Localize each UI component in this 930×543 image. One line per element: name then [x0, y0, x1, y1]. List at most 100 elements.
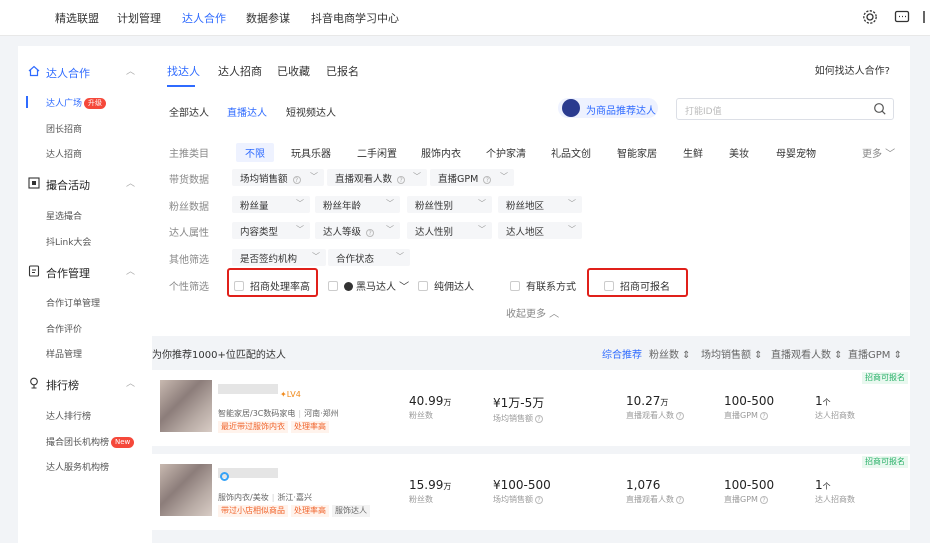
tab-favorites[interactable]: 已收藏: [277, 63, 310, 79]
sidebar-item-leader-rank[interactable]: 撮合团长机构榜 New: [46, 435, 135, 448]
sidebar-item-talent-rank[interactable]: 达人排行榜: [46, 409, 91, 422]
stat-live-viewers: 10.27万 直播观看人数?: [626, 394, 684, 421]
collapse-filters-button[interactable]: 收起更多 ︿: [506, 305, 559, 320]
sidebar-item-link-conf[interactable]: 抖Link大会: [46, 235, 91, 248]
dropdown-coop-status[interactable]: 合作状态 ﹀: [328, 249, 410, 266]
sidebar-item-coop-review[interactable]: 合作评价: [46, 322, 82, 335]
dropdown-content-type[interactable]: 内容类型 ﹀: [232, 222, 310, 239]
dropdown-fans-count[interactable]: 粉丝量 ﹀: [232, 196, 310, 213]
category-chip[interactable]: 美妆: [729, 145, 749, 160]
filter-label-sales: 带货数据: [169, 175, 209, 186]
recruit-open-badge: 招商可报名: [862, 372, 908, 384]
subtab-live[interactable]: 直播达人: [227, 104, 267, 119]
sort-comprehensive[interactable]: 综合推荐: [602, 346, 642, 361]
sidebar-item-service-rank[interactable]: 达人服务机构榜: [46, 460, 109, 473]
dropdown-avg-sales[interactable]: 场均销售额 ? ﹀: [232, 169, 324, 186]
sidebar-item-samples[interactable]: 样品管理: [46, 347, 82, 360]
stat-fans: 15.99万 粉丝数: [409, 478, 452, 504]
dropdown-fans-region[interactable]: 粉丝地区 ﹀: [498, 196, 582, 213]
sidebar-group-talent-coop[interactable]: 达人合作 ︿: [18, 62, 152, 82]
recruit-open-badge: 招商可报名: [862, 456, 908, 468]
sidebar-item-leader-recruit[interactable]: 团长招商: [46, 122, 82, 135]
sort-live-viewers[interactable]: 直播观看人数 ⇕: [771, 346, 843, 361]
highlight-box: [587, 268, 688, 297]
dropdown-talent-level[interactable]: 达人等级 ? ﹀: [315, 222, 400, 239]
talent-tags: 最近带过服饰内衣 处理率高: [218, 421, 332, 433]
dropdown-talent-gender[interactable]: 达人性别 ﹀: [407, 222, 492, 239]
dropdown-talent-region[interactable]: 达人地区 ﹀: [498, 222, 582, 239]
sidebar-item-star-match[interactable]: 星选撮合: [46, 209, 82, 222]
sort-avg-sales[interactable]: 场均销售额 ⇕: [701, 346, 763, 361]
level-badge: ✦LV4: [280, 390, 301, 399]
sort-live-gpm[interactable]: 直播GPM ⇕: [848, 346, 902, 361]
category-chip[interactable]: 智能家居: [617, 145, 657, 160]
recommend-for-product-button[interactable]: 为商品推荐达人: [558, 98, 658, 118]
top-navigation: 精选联盟 计划管理 达人合作 数据参谋 抖音电商学习中心: [0, 0, 930, 36]
sidebar-group-coop-mgmt[interactable]: 合作管理 ︿: [18, 262, 152, 282]
nav-item-learning[interactable]: 抖音电商学习中心: [311, 10, 399, 26]
talent-meta: 智能家居/3C数码家电 | 河南·郑州: [218, 409, 339, 418]
chevron-up-icon: ︿: [126, 67, 136, 77]
checkbox-dark-horse[interactable]: 黑马达人 ﹀: [328, 278, 409, 293]
talent-tags: 带过小店相似商品 处理率高 服饰达人: [218, 505, 373, 517]
dropdown-live-viewers[interactable]: 直播观看人数 ? ﹀: [327, 169, 427, 186]
filter-label-personal: 个性筛选: [169, 282, 209, 293]
stat-avg-sales: ¥100-500 场均销售额?: [493, 478, 551, 504]
user-icon[interactable]: [922, 9, 930, 25]
tab-underline: [167, 85, 195, 87]
upgrade-badge: 升级: [84, 98, 107, 109]
category-chip[interactable]: 礼品文创: [551, 145, 591, 160]
sidebar-group-rankings[interactable]: 排行榜 ︿: [18, 374, 152, 394]
chevron-up-icon: ︿: [126, 267, 136, 277]
stat-live-gpm: 100-500 直播GPM?: [724, 478, 775, 504]
talent-meta: 服饰内衣/美妆 | 浙江·嘉兴: [218, 493, 312, 502]
category-chip[interactable]: 生鲜: [683, 145, 703, 160]
assistant-avatar-icon: [562, 99, 580, 117]
talent-card[interactable]: ✦LV4 智能家居/3C数码家电 | 河南·郑州 最近带过服饰内衣 处理率高 40.9…: [152, 370, 910, 446]
filter-label-other: 其他筛选: [169, 255, 209, 266]
category-chip-all[interactable]: 不限: [236, 143, 274, 162]
nav-item-data[interactable]: 数据参谋: [246, 10, 290, 26]
dropdown-fans-age[interactable]: 粉丝年龄 ﹀: [315, 196, 400, 213]
checkbox-pure-commission[interactable]: 纯佣达人: [418, 278, 474, 293]
stat-live-gpm: 100-500 直播GPM?: [724, 394, 775, 420]
sidebar-item-talent-square[interactable]: 达人广场 升级: [46, 96, 107, 109]
category-chip[interactable]: 二手闲置: [357, 145, 397, 160]
result-count: 为你推荐1000+位匹配的达人: [152, 350, 286, 361]
nav-item-plan[interactable]: 计划管理: [117, 10, 161, 26]
dropdown-live-gpm[interactable]: 直播GPM ? ﹀: [430, 169, 514, 186]
category-chip[interactable]: 服饰内衣: [421, 145, 461, 160]
dropdown-fans-gender[interactable]: 粉丝性别 ﹀: [407, 196, 492, 213]
sidebar-item-coop-orders[interactable]: 合作订单管理: [46, 296, 100, 309]
chevron-up-icon: ︿: [126, 379, 136, 389]
checkbox-has-contact[interactable]: 有联系方式: [510, 278, 576, 293]
tab-find-talent[interactable]: 找达人: [167, 63, 200, 79]
message-icon[interactable]: [894, 9, 910, 25]
highlight-box: [227, 268, 318, 297]
sort-fans[interactable]: 粉丝数 ⇕: [649, 346, 691, 361]
more-categories-button[interactable]: 更多 ﹀: [862, 145, 895, 160]
category-chip[interactable]: 个护家清: [486, 145, 526, 160]
help-link[interactable]: 如何找达人合作?: [815, 62, 890, 77]
search-icon[interactable]: [873, 102, 887, 116]
category-chip[interactable]: 母婴宠物: [776, 145, 816, 160]
nav-item-jingxuan[interactable]: 精选联盟: [55, 10, 99, 26]
tab-talent-recruit[interactable]: 达人招商: [218, 63, 262, 79]
category-chip[interactable]: 玩具乐器: [291, 145, 331, 160]
stat-recruit-count: 1个 达人招商数: [815, 394, 855, 420]
nav-item-talent-coop[interactable]: 达人合作: [182, 10, 226, 26]
trophy-icon: [30, 377, 38, 389]
search-input[interactable]: 打能ID值: [676, 98, 894, 120]
talent-card[interactable]: 服饰内衣/美妆 | 浙江·嘉兴 带过小店相似商品 处理率高 服饰达人 15.99万 粉丝数…: [152, 454, 910, 530]
sidebar: 达人合作 ︿ 达人广场 升级 团长招商 达人招商 撮合活动 ︿ 星选撮合 抖Link大…: [18, 46, 152, 543]
tab-registered[interactable]: 已报名: [326, 63, 359, 79]
settings-icon[interactable]: [862, 9, 878, 25]
stat-recruit-count: 1个 达人招商数: [815, 478, 855, 504]
subtab-short-video[interactable]: 短视频达人: [286, 104, 336, 119]
sidebar-item-talent-recruit[interactable]: 达人招商: [46, 147, 82, 160]
document-icon: [28, 265, 40, 277]
subtab-all[interactable]: 全部达人: [169, 104, 209, 119]
sidebar-group-match[interactable]: 撮合活动 ︿: [18, 174, 152, 194]
new-badge: New: [111, 437, 135, 448]
dropdown-signed-agency[interactable]: 是否签约机构 ﹀: [232, 249, 326, 266]
